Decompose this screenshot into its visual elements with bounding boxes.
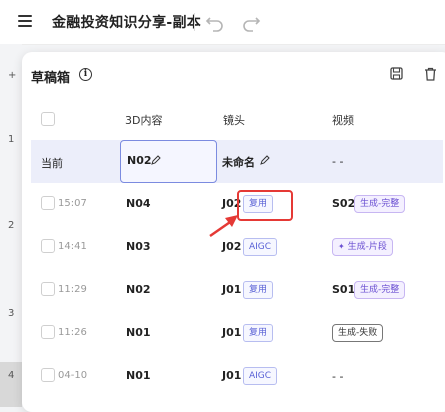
row-time: 14:41 <box>58 241 87 252</box>
background-outline: + 1 2 3 <box>0 44 22 407</box>
row-checkbox[interactable] <box>41 196 55 210</box>
content-edit-field[interactable]: N02 <box>120 140 217 183</box>
row-checkbox[interactable] <box>41 239 55 253</box>
row-content: N04 <box>126 197 151 210</box>
outline-number: 4 <box>8 370 15 381</box>
table-row[interactable]: 14:41 N03 J02 AIGC ✦ 生成-片段 <box>31 226 443 269</box>
pencil-icon[interactable] <box>151 155 161 165</box>
menu-icon[interactable] <box>18 15 32 27</box>
drafts-panel: 草稿箱 i 3D内容 镜头 视频 当前 N02 未命名 - - 15:07 N0… <box>22 52 445 412</box>
column-header-video: 视频 <box>332 114 354 127</box>
column-header-content: 3D内容 <box>125 114 163 127</box>
table-row[interactable]: 11:29 N02 J01 复用 S01 生成-完整 <box>31 269 443 312</box>
row-checkbox[interactable] <box>41 282 55 296</box>
row-checkbox[interactable] <box>41 325 55 339</box>
row-content: N01 <box>126 369 151 382</box>
status-badge[interactable]: 生成-完整 <box>354 195 406 213</box>
plus-icon: + <box>8 70 17 81</box>
current-shot-name: 未命名 <box>222 156 255 169</box>
reuse-tag[interactable]: 复用 <box>243 324 274 342</box>
row-time: 11:26 <box>58 327 87 338</box>
status-badge-failed[interactable]: 生成-失败 <box>332 324 384 342</box>
pencil-icon[interactable] <box>260 155 270 165</box>
row-time: 15:07 <box>58 198 87 209</box>
top-bar: 金融投资知识分享-副本 <box>0 0 445 45</box>
redo-icon[interactable] <box>240 10 262 32</box>
trash-icon[interactable] <box>424 67 437 81</box>
undo-icon[interactable] <box>204 10 226 32</box>
status-badge[interactable]: ✦ 生成-片段 <box>332 238 393 256</box>
outline-number: 2 <box>8 220 15 231</box>
video-code: S02 <box>332 197 356 210</box>
current-video: - - <box>332 155 344 168</box>
row-time: 11:29 <box>58 284 87 295</box>
video-code: S01 <box>332 283 356 296</box>
select-all-checkbox[interactable] <box>41 112 55 126</box>
current-content: N02 <box>127 154 152 167</box>
row-shot: J02 <box>222 240 242 253</box>
current-label: 当前 <box>41 157 63 170</box>
row-time: 04-10 <box>58 370 88 381</box>
outline-number: 1 <box>8 134 15 145</box>
column-header-shot: 镜头 <box>223 114 245 127</box>
reuse-tag[interactable]: 复用 <box>243 281 274 299</box>
info-icon[interactable]: i <box>79 68 92 81</box>
aigc-tag[interactable]: AIGC <box>243 367 278 385</box>
row-shot: J01 <box>222 369 242 382</box>
sparkle-icon: ✦ <box>338 242 345 251</box>
background-card: 4 <box>0 362 22 407</box>
highlight-box <box>237 190 293 221</box>
status-badge[interactable]: 生成-完整 <box>354 281 406 299</box>
toolbar-divider <box>194 13 195 31</box>
outline-number: 3 <box>8 308 15 319</box>
row-content: N01 <box>126 326 151 339</box>
row-checkbox[interactable] <box>41 368 55 382</box>
video-placeholder: - - <box>332 370 344 383</box>
status-text: 生成-片段 <box>347 242 387 252</box>
document-title[interactable]: 金融投资知识分享-副本 <box>52 12 201 32</box>
row-content: N03 <box>126 240 151 253</box>
row-content: N02 <box>126 283 151 296</box>
aigc-tag[interactable]: AIGC <box>243 238 278 256</box>
panel-title: 草稿箱 <box>31 71 71 86</box>
current-draft-row[interactable]: 当前 N02 未命名 - - <box>31 140 443 183</box>
row-shot: J01 <box>222 283 242 296</box>
save-icon[interactable] <box>390 67 403 80</box>
table-row[interactable]: 04-10 N01 J01 AIGC - - <box>31 355 443 398</box>
row-shot: J01 <box>222 326 242 339</box>
table-row[interactable]: 11:26 N01 J01 复用 生成-失败 <box>31 312 443 355</box>
